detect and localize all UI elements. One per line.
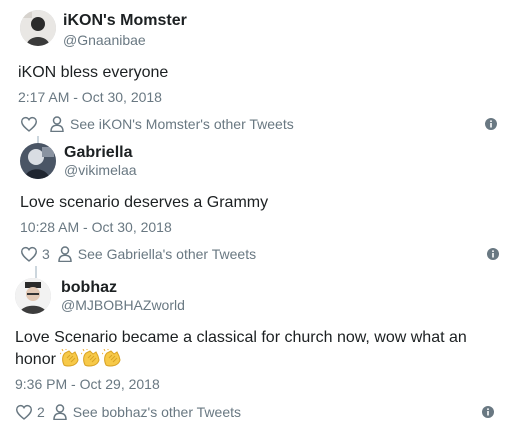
info-icon[interactable] — [487, 248, 499, 260]
handle[interactable]: @Gnaanibae — [63, 32, 146, 48]
tweet-3: bobhaz @MJBOBHAZworld Love Scenario beca… — [0, 270, 508, 426]
avatar[interactable] — [20, 10, 56, 46]
tweet-text-line-2-text: honor — [15, 351, 56, 368]
person-icon — [58, 246, 72, 262]
tweet-text: Love Scenario became a classical for chu… — [15, 327, 495, 371]
see-other-tweets-link[interactable]: See Gabriella's other Tweets — [78, 246, 256, 262]
info-icon[interactable] — [485, 118, 497, 130]
clapping-hands-emoji — [81, 349, 101, 367]
like-count: 3 — [42, 246, 50, 262]
display-name[interactable]: iKON's Momster — [63, 12, 187, 30]
heart-icon[interactable] — [20, 116, 38, 132]
tweet-text: iKON bless everyone — [18, 64, 169, 81]
person-icon — [50, 116, 64, 132]
timestamp[interactable]: 10:28 AM - Oct 30, 2018 — [20, 219, 172, 235]
timestamp[interactable]: 9:36 PM - Oct 29, 2018 — [15, 376, 160, 392]
heart-icon[interactable] — [15, 404, 33, 420]
display-name[interactable]: bobhaz — [61, 279, 117, 297]
display-name[interactable]: Gabriella — [64, 144, 132, 162]
avatar[interactable] — [20, 143, 56, 179]
person-icon — [53, 404, 67, 420]
info-icon[interactable] — [482, 406, 494, 418]
see-other-tweets-link[interactable]: See bobhaz's other Tweets — [73, 404, 241, 420]
handle[interactable]: @MJBOBHAZworld — [61, 297, 185, 313]
tweet-actions: 3 See Gabriella's other Tweets — [20, 244, 256, 264]
tweet-1: iKON's Momster @Gnaanibae iKON bless eve… — [0, 0, 508, 140]
clapping-hands-emoji — [60, 349, 80, 367]
timestamp[interactable]: 2:17 AM - Oct 30, 2018 — [18, 89, 162, 105]
tweet-text-line-1: Love Scenario became a classical for chu… — [15, 329, 467, 346]
tweet-actions: See iKON's Momster's other Tweets — [20, 114, 294, 134]
handle[interactable]: @vikimelaa — [64, 162, 137, 178]
tweet-actions: 2 See bobhaz's other Tweets — [15, 402, 241, 422]
tweet-text: Love scenario deserves a Grammy — [20, 194, 269, 211]
tweet-2: Gabriella @vikimelaa Love scenario deser… — [0, 140, 508, 270]
clapping-hands-emoji — [102, 349, 122, 367]
like-count: 2 — [37, 404, 45, 420]
heart-icon[interactable] — [20, 246, 38, 262]
tweet-text-line-2: honor — [15, 349, 495, 371]
see-other-tweets-link[interactable]: See iKON's Momster's other Tweets — [70, 116, 294, 132]
avatar[interactable] — [15, 278, 51, 314]
